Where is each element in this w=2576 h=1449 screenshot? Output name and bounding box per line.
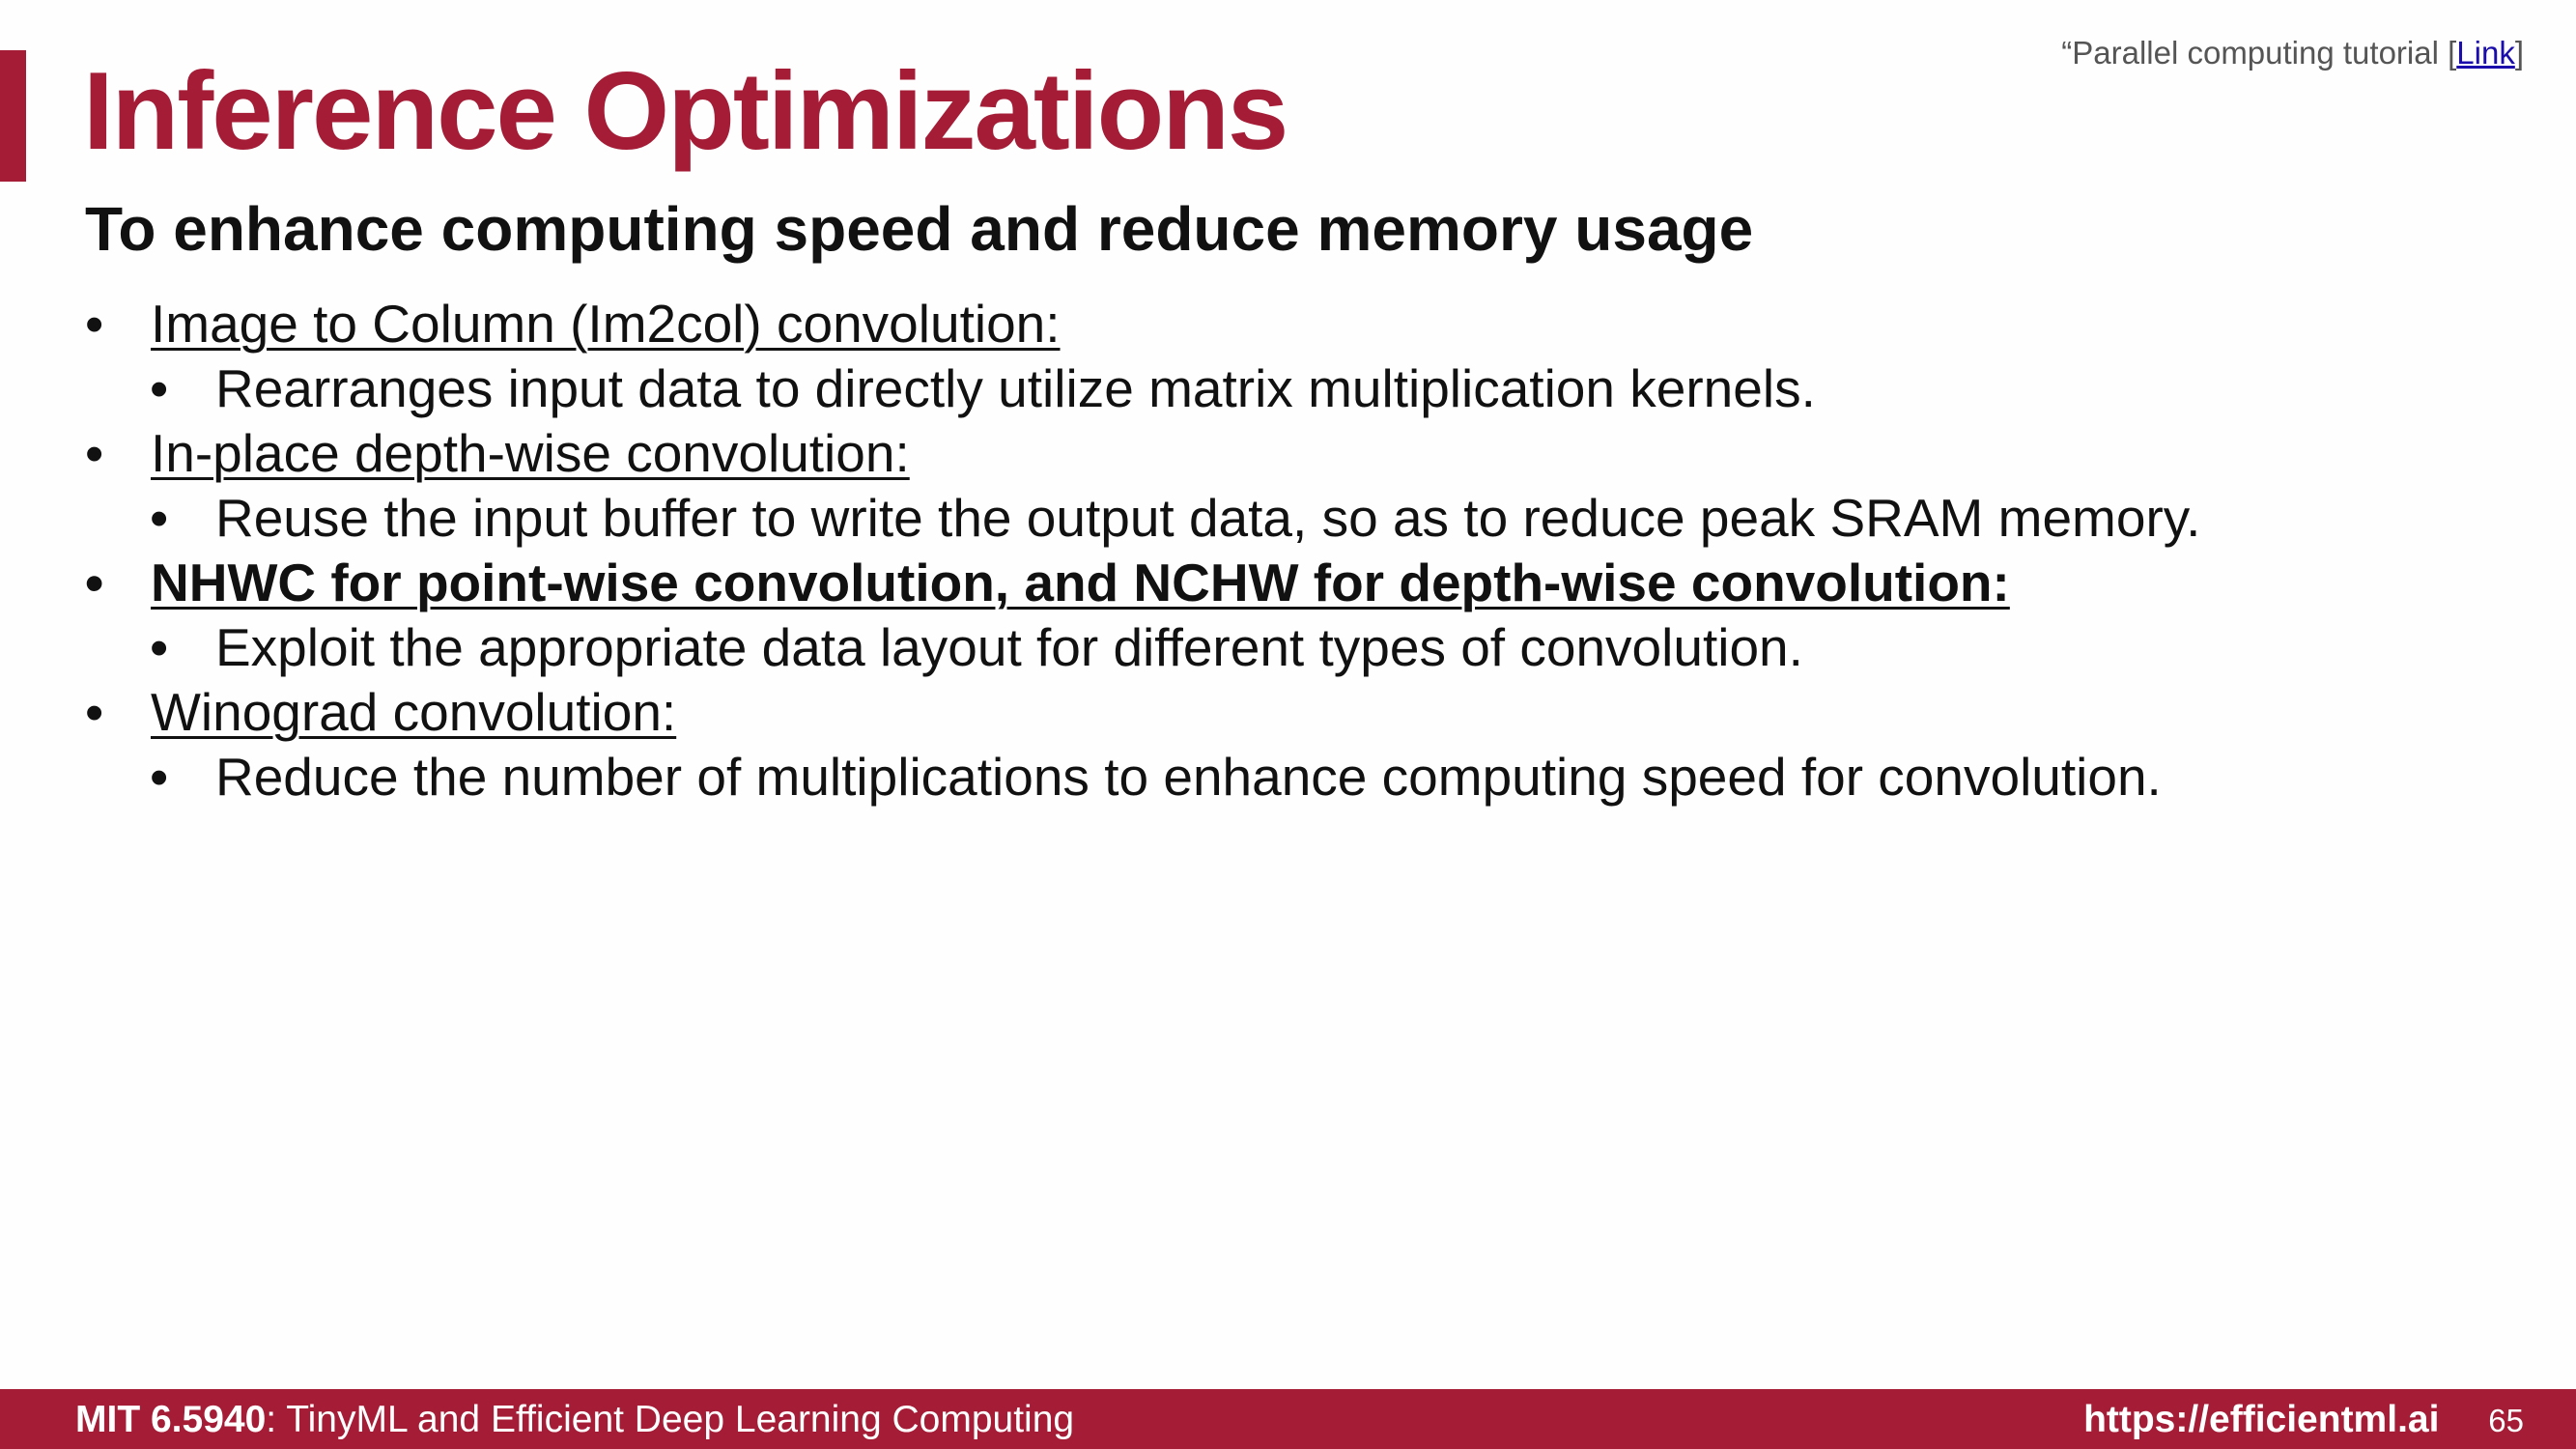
bullet-dot: • — [85, 682, 104, 742]
slide-title: Inference Optimizations — [83, 50, 1288, 173]
slide-subtitle: To enhance computing speed and reduce me… — [85, 194, 1754, 264]
bullet-item: • NHWC for point-wise convolution, and N… — [85, 551, 2500, 615]
sub-bullet-item: • Rearranges input data to directly util… — [85, 356, 2500, 421]
bullet-detail-im2col: Rearranges input data to directly utiliz… — [215, 358, 1816, 418]
slide: Inference Optimizations “Parallel comput… — [0, 0, 2576, 1449]
bullet-detail-winograd: Reduce the number of multiplications to … — [215, 747, 2162, 807]
bullet-heading-inplace: In-place depth-wise convolution: — [151, 423, 910, 483]
bullet-dot: • — [150, 617, 169, 677]
bullet-dot: • — [85, 553, 104, 612]
citation-suffix: ] — [2514, 35, 2524, 71]
bullet-heading-winograd: Winograd convolution: — [151, 682, 677, 742]
citation-link[interactable]: Link — [2456, 35, 2515, 71]
bullet-item: • Image to Column (Im2col) convolution: — [85, 292, 2500, 356]
citation-note: “Parallel computing tutorial [Link] — [2061, 35, 2524, 71]
bullet-item: • Winograd convolution: — [85, 680, 2500, 745]
title-accent-bar — [0, 50, 26, 182]
bullet-list: • Image to Column (Im2col) convolution: … — [85, 292, 2500, 810]
citation-prefix: “Parallel computing tutorial [ — [2061, 35, 2457, 71]
footer-right: https://efficientml.ai 65 — [2083, 1399, 2524, 1441]
bullet-dot: • — [150, 747, 169, 807]
bullet-dot: • — [150, 358, 169, 418]
footer-course: MIT 6.5940: TinyML and Efficient Deep Le… — [75, 1399, 1074, 1441]
bullet-item: • In-place depth-wise convolution: — [85, 421, 2500, 486]
bullet-heading-layout: NHWC for point-wise convolution, and NCH… — [151, 553, 2010, 612]
page-number: 65 — [2488, 1403, 2524, 1438]
course-name: : TinyML and Efficient Deep Learning Com… — [266, 1399, 1075, 1440]
bullet-dot: • — [85, 423, 104, 483]
bullet-detail-layout: Exploit the appropriate data layout for … — [215, 617, 1803, 677]
bullet-dot: • — [85, 294, 104, 354]
sub-bullet-item: • Exploit the appropriate data layout fo… — [85, 615, 2500, 680]
bullet-detail-inplace: Reuse the input buffer to write the outp… — [215, 488, 2201, 548]
bullet-dot: • — [150, 488, 169, 548]
sub-bullet-item: • Reuse the input buffer to write the ou… — [85, 486, 2500, 551]
footer-url[interactable]: https://efficientml.ai — [2083, 1399, 2439, 1440]
course-code: MIT 6.5940 — [75, 1399, 267, 1440]
bullet-heading-im2col: Image to Column (Im2col) convolution: — [151, 294, 1061, 354]
sub-bullet-item: • Reduce the number of multiplications t… — [85, 745, 2500, 810]
slide-footer: MIT 6.5940: TinyML and Efficient Deep Le… — [0, 1389, 2576, 1449]
